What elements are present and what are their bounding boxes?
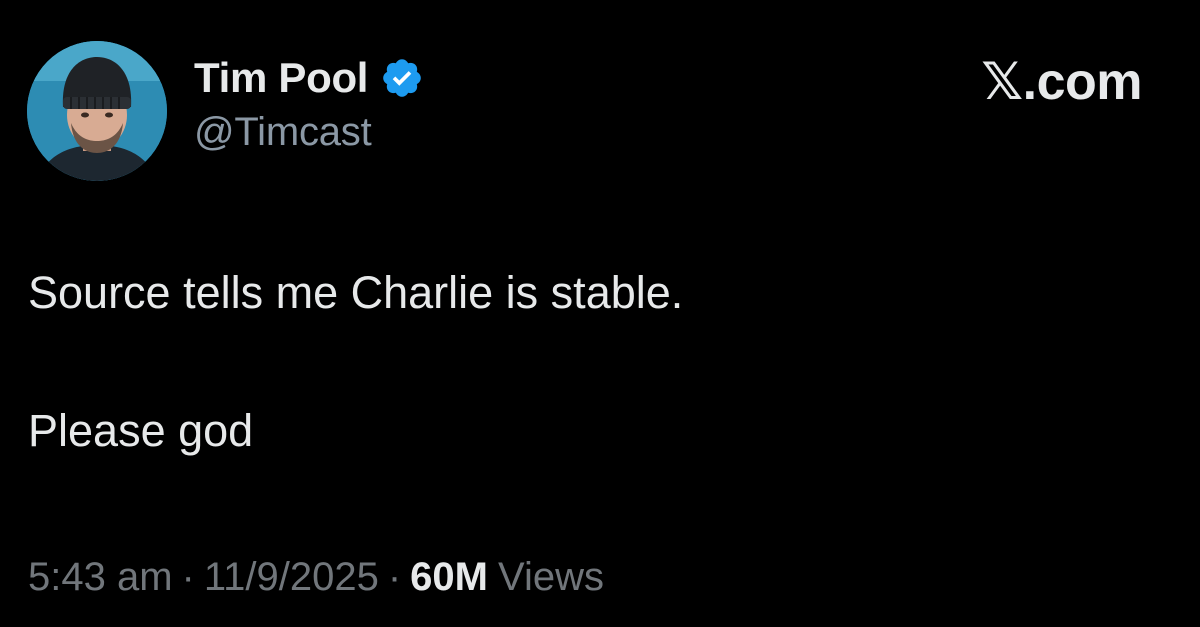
tweet-body: Source tells me Charlie is stable. Pleas…: [28, 268, 683, 543]
author-name-row: Tim Pool: [194, 52, 424, 104]
views-count[interactable]: 60M: [410, 555, 488, 600]
tweet-line: Source tells me Charlie is stable.: [28, 267, 684, 318]
verified-badge-icon[interactable]: [380, 56, 424, 100]
avatar[interactable]: [27, 41, 167, 181]
author-display-name[interactable]: Tim Pool: [194, 54, 368, 102]
tweet-date[interactable]: 11/9/2025: [204, 555, 379, 600]
author-handle[interactable]: @Timcast: [194, 110, 424, 155]
views-label: Views: [497, 555, 604, 599]
meta-separator: ·: [181, 555, 195, 599]
tweet-time[interactable]: 5:43 am: [28, 555, 173, 600]
meta-separator: ·: [387, 555, 402, 599]
author-block: Tim Pool @Timcast: [194, 52, 424, 155]
tweet-meta: 5:43 am · 11/9/2025 · 60M Views: [28, 555, 604, 600]
tweet-line: Please god: [28, 404, 254, 456]
avatar-photo: [27, 41, 167, 181]
x-brand-logo: 𝕏.com: [981, 53, 1142, 111]
tweet-card: Tim Pool @Timcast 𝕏.com Source tells me …: [0, 0, 1200, 627]
